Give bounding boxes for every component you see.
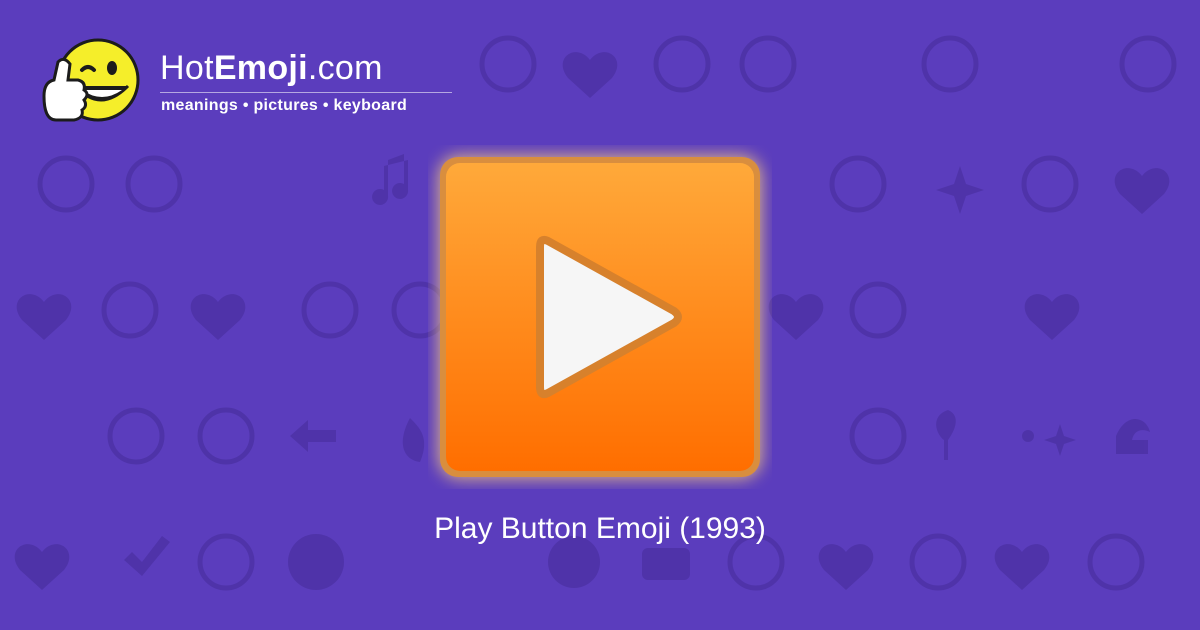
emoji-caption: Play Button Emoji (1993)	[434, 512, 766, 545]
play-button-emoji	[438, 155, 762, 479]
site-name-prefix: Hot	[160, 49, 214, 87]
site-name-bold: Emoji	[213, 49, 308, 87]
thumbs-up-wink-face-icon	[42, 38, 140, 122]
site-name-suffix: .com	[307, 49, 383, 87]
site-logo[interactable]: HotEmoji.com meanings • pictures • keybo…	[40, 34, 460, 134]
site-name: HotEmoji.com	[160, 48, 383, 88]
site-tagline: meanings • pictures • keyboard	[161, 97, 408, 114]
logo-divider	[160, 92, 452, 93]
